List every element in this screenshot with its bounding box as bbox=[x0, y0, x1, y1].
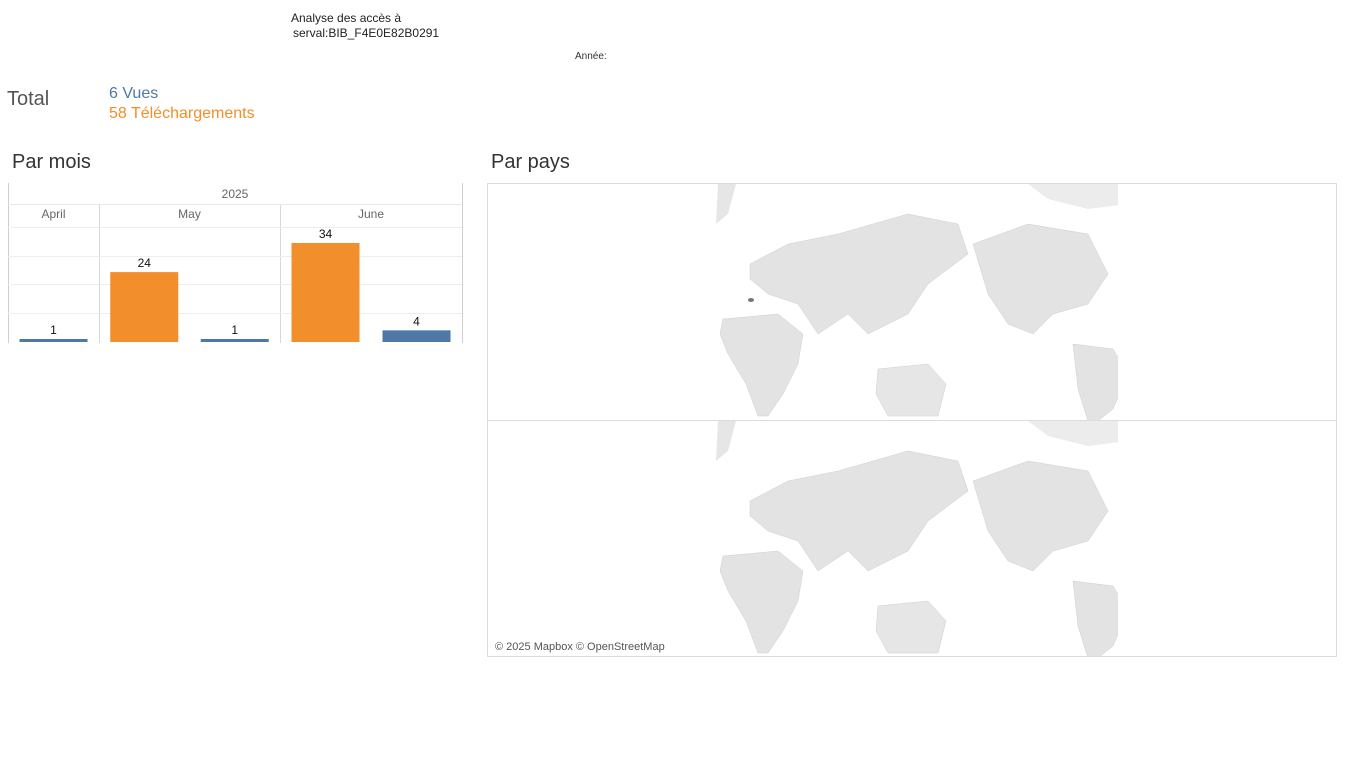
page-title-line1: Analyse des accès à bbox=[291, 11, 402, 25]
page-title: Analyse des accès à serval:BIB_F4E0E82B0… bbox=[291, 11, 439, 41]
page-title-line2: serval:BIB_F4E0E82B0291 bbox=[293, 26, 440, 40]
section-title-by-month: Par mois bbox=[12, 151, 91, 173]
total-views: 6 Vues bbox=[109, 85, 159, 102]
world-map-views-svg bbox=[716, 184, 1129, 420]
map-attribution: © 2025 Mapbox © OpenStreetMap bbox=[495, 641, 665, 653]
bar-april-1[interactable] bbox=[19, 339, 88, 342]
total-label: Total bbox=[7, 88, 50, 110]
world-map-downloads-svg bbox=[716, 421, 1129, 656]
data-label: 4 bbox=[413, 314, 420, 328]
month-label: May bbox=[178, 207, 201, 221]
highlighted-country bbox=[748, 298, 754, 302]
total-downloads: 58 Téléchargements bbox=[109, 105, 255, 122]
bar-may-1[interactable] bbox=[200, 339, 269, 342]
bar-may-0[interactable] bbox=[110, 272, 179, 342]
year-filter-label[interactable]: Année: bbox=[575, 51, 607, 62]
data-label: 24 bbox=[138, 256, 152, 270]
monthly-bar-chart[interactable]: 2025 April 1 May 24 1 June 34 4 bbox=[8, 183, 464, 343]
month-label: April bbox=[41, 207, 65, 221]
year-header: 2025 bbox=[222, 187, 249, 201]
country-map-panel[interactable] bbox=[487, 183, 1337, 657]
downloads-world-map[interactable] bbox=[488, 421, 1336, 656]
data-label: 1 bbox=[50, 323, 57, 337]
bar-june-0[interactable] bbox=[291, 243, 360, 342]
views-world-map[interactable] bbox=[488, 184, 1336, 421]
bar-june-1[interactable] bbox=[382, 330, 451, 342]
data-label: 1 bbox=[231, 323, 238, 337]
section-title-by-country: Par pays bbox=[491, 151, 570, 173]
month-label: June bbox=[358, 207, 384, 221]
data-label: 34 bbox=[319, 227, 333, 241]
